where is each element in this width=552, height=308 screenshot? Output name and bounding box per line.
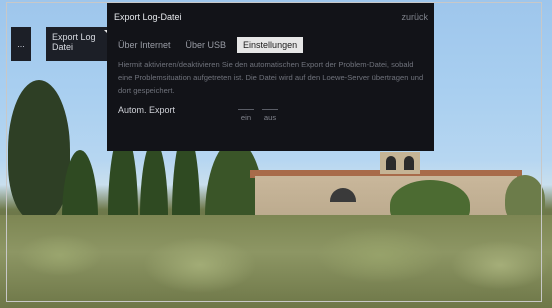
previous-menu-button[interactable]: ... [11, 27, 31, 61]
tab-usb[interactable]: Über USB [182, 37, 231, 53]
export-log-dialog: Export Log-Datei zurück Über Internet Üb… [107, 3, 434, 151]
tv-screen: ... Export Log Datei Export Log-Datei zu… [0, 0, 552, 308]
description-text: Hiermit aktivieren/deaktivieren Sie den … [118, 60, 424, 95]
tab-bar: Über Internet Über USB Einstellungen [114, 37, 304, 53]
tab-settings[interactable]: Einstellungen [237, 37, 304, 53]
olive-bushes [0, 215, 552, 308]
tree [8, 80, 70, 220]
current-menu-item-label: Export Log Datei [52, 32, 96, 52]
option-on[interactable]: ein [238, 109, 254, 122]
dialog-title: Export Log-Datei [114, 12, 182, 22]
tab-internet[interactable]: Über Internet [114, 37, 175, 53]
bell-tower [380, 152, 420, 174]
current-menu-item[interactable]: Export Log Datei [46, 27, 112, 61]
option-off[interactable]: aus [262, 109, 278, 122]
auto-export-label: Autom. Export [118, 105, 176, 115]
menu-breadcrumb: ... Export Log Datei [11, 27, 112, 61]
back-button[interactable]: zurück [401, 12, 428, 22]
